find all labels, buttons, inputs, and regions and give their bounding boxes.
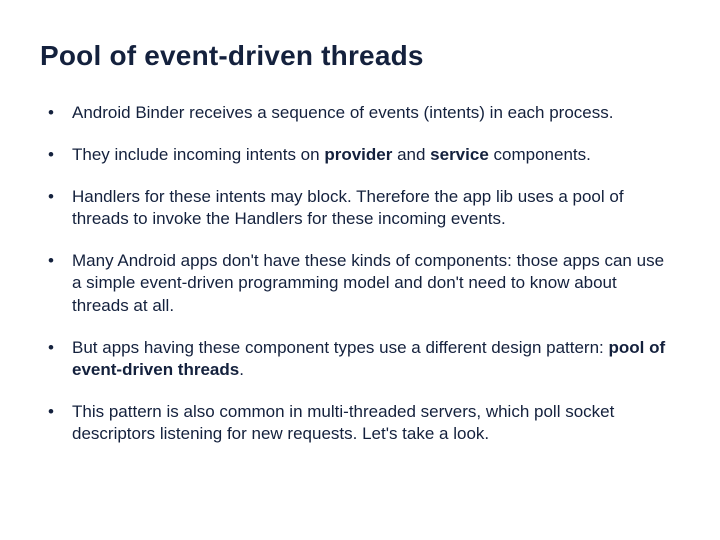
- slide-title: Pool of event-driven threads: [40, 40, 670, 72]
- bullet-text: Android Binder receives a sequence of ev…: [72, 103, 613, 122]
- list-item: Many Android apps don't have these kinds…: [40, 250, 670, 316]
- bullet-text: components.: [489, 145, 591, 164]
- bullet-text: They include incoming intents on: [72, 145, 324, 164]
- bullet-text: .: [239, 360, 244, 379]
- bullet-bold: service: [430, 145, 489, 164]
- list-item: Handlers for these intents may block. Th…: [40, 186, 670, 230]
- list-item: This pattern is also common in multi-thr…: [40, 401, 670, 445]
- list-item: Android Binder receives a sequence of ev…: [40, 102, 670, 124]
- bullet-text: Handlers for these intents may block. Th…: [72, 187, 624, 228]
- bullet-text: This pattern is also common in multi-thr…: [72, 402, 614, 443]
- list-item: They include incoming intents on provide…: [40, 144, 670, 166]
- bullet-text: But apps having these component types us…: [72, 338, 609, 357]
- bullet-text: Many Android apps don't have these kinds…: [72, 251, 664, 314]
- bullet-bold: provider: [324, 145, 392, 164]
- bullet-text: and: [392, 145, 430, 164]
- list-item: But apps having these component types us…: [40, 337, 670, 381]
- bullet-list: Android Binder receives a sequence of ev…: [40, 102, 670, 445]
- slide: Pool of event-driven threads Android Bin…: [0, 0, 720, 540]
